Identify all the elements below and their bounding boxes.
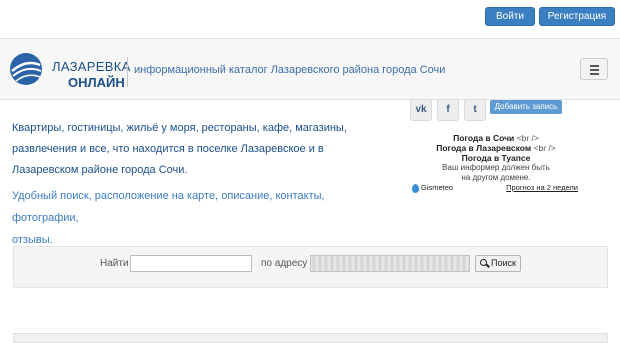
forecast-link[interactable]: Прогноз на 2 недели bbox=[506, 183, 578, 192]
logo-name-line1[interactable]: ЛАЗАРЕВКА bbox=[52, 59, 131, 74]
hamburger-icon-bar bbox=[590, 73, 599, 75]
hamburger-icon-bar bbox=[590, 69, 599, 71]
hero-line: развлечения и все, что находится в посел… bbox=[12, 143, 324, 155]
content-panel bbox=[13, 333, 608, 343]
menu-toggle-button[interactable] bbox=[580, 58, 608, 80]
search-button-label: Поиск bbox=[491, 258, 516, 268]
weather-note: на другом домене. bbox=[461, 173, 531, 182]
address-label: по адресу bbox=[261, 258, 308, 269]
weather-line[interactable]: Погода в Туапсе bbox=[412, 153, 580, 163]
find-label: Найти bbox=[100, 258, 129, 269]
search-button[interactable]: Поиск bbox=[475, 255, 521, 272]
hero-line: Квартиры, гостиницы, жильё у моря, ресто… bbox=[12, 122, 347, 134]
search-panel: Найти по адресу Поиск bbox=[13, 246, 608, 288]
logo-globe-icon[interactable] bbox=[8, 51, 44, 87]
hamburger-icon bbox=[590, 65, 599, 67]
top-bar: Войти Регистрация bbox=[0, 0, 620, 34]
gismeteo-link[interactable]: Gismeteo bbox=[421, 183, 453, 192]
weather-line[interactable]: Погода в Сочи <br /> bbox=[412, 133, 580, 143]
register-button[interactable]: Регистрация bbox=[539, 7, 615, 26]
add-listing-button[interactable]: Добавить запись bbox=[490, 100, 562, 114]
facebook-icon[interactable]: f bbox=[437, 99, 459, 121]
search-input[interactable] bbox=[130, 255, 252, 272]
weather-footer: Gismeteo Прогноз на 2 недели bbox=[412, 183, 580, 195]
login-button[interactable]: Войти bbox=[485, 7, 535, 26]
weather-informer: Погода в Сочи <br /> Погода в Лазаревско… bbox=[412, 133, 580, 182]
hero-sub-line: Удобный поиск, расположение на карте, оп… bbox=[12, 190, 325, 224]
site-tagline: информационный каталог Лазаревского райо… bbox=[134, 64, 446, 76]
weather-line[interactable]: Погода в Лазаревском <br /> bbox=[412, 143, 580, 153]
logo-name-line2[interactable]: ОНЛАЙН bbox=[68, 75, 125, 90]
twitter-icon[interactable]: t bbox=[464, 99, 486, 121]
hero-subtext: Удобный поиск, расположение на карте, оп… bbox=[12, 185, 372, 251]
logo-divider bbox=[127, 57, 128, 87]
hero-line: Лазаревском районе города Сочи. bbox=[12, 164, 188, 176]
search-icon bbox=[480, 259, 487, 266]
hero-text: Квартиры, гостиницы, жильё у моря, ресто… bbox=[12, 118, 397, 181]
site-header: ЛАЗАРЕВКА ОНЛАЙН информационный каталог … bbox=[0, 38, 620, 100]
vk-icon[interactable]: vk bbox=[410, 99, 432, 121]
weather-note: Ваш информер должен быть bbox=[442, 163, 550, 172]
gismeteo-drop-icon bbox=[412, 184, 419, 193]
address-select[interactable] bbox=[310, 255, 470, 272]
